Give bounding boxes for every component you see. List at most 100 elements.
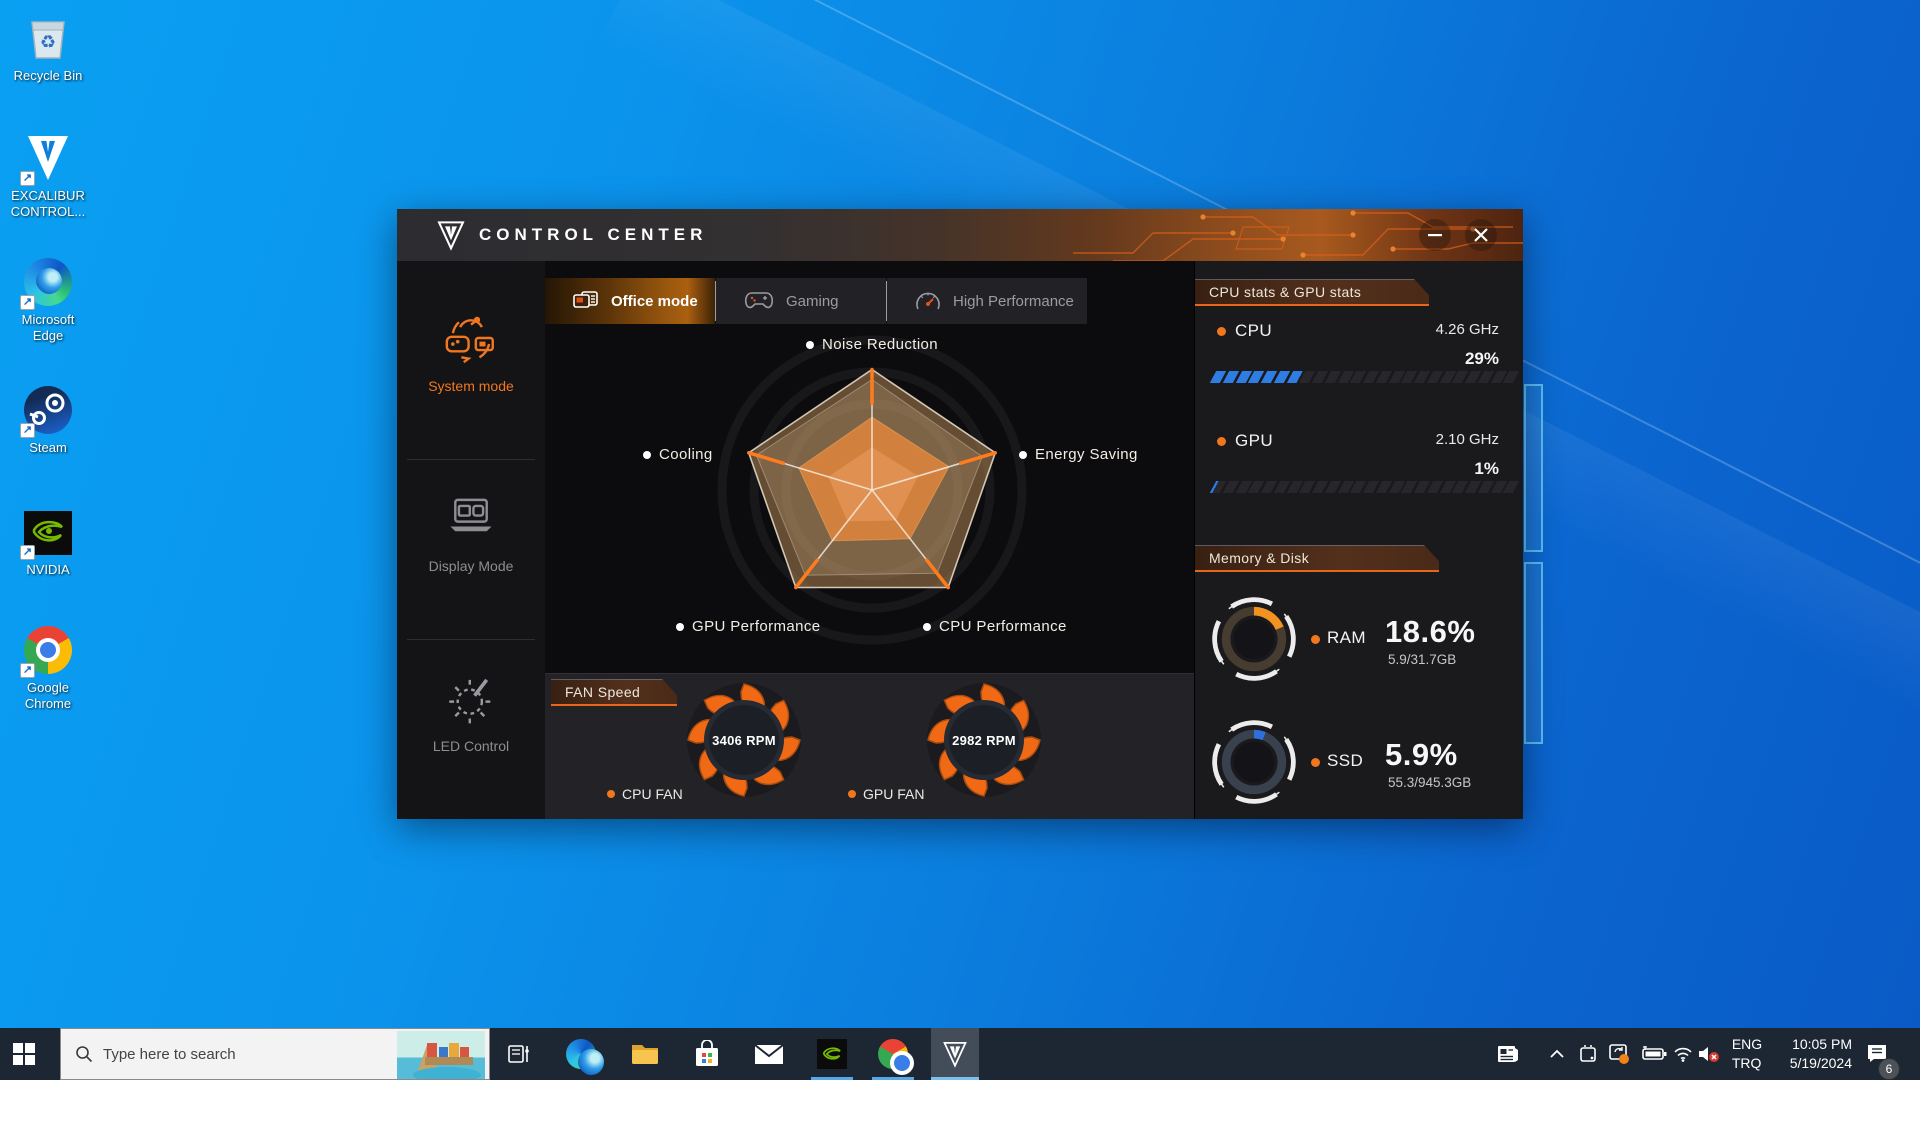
- start-button[interactable]: [0, 1028, 48, 1080]
- news-icon: [1497, 1044, 1519, 1064]
- axis-bullet: [643, 451, 651, 459]
- fan-bullet: [848, 790, 856, 798]
- desktop-icon-excalibur[interactable]: ↗ EXCALIBUR CONTROL...: [0, 132, 96, 220]
- shortcut-arrow-badge: ↗: [20, 295, 35, 310]
- ram-usage-detail: 5.9/31.7GB: [1388, 652, 1456, 667]
- tray-sync-update[interactable]: [1604, 1028, 1634, 1080]
- search-icon: [75, 1045, 93, 1063]
- task-view-button[interactable]: [495, 1028, 543, 1080]
- language-primary: ENG: [1732, 1035, 1762, 1054]
- memory-disk-header: Memory & Disk: [1195, 545, 1439, 572]
- control-center-logo-icon: [435, 219, 467, 251]
- ssd-usage-detail: 55.3/945.3GB: [1388, 775, 1471, 790]
- desktop-icon-label: Edge: [0, 328, 96, 344]
- taskbar-edge[interactable]: [557, 1028, 605, 1080]
- ssd-gauge: [1206, 714, 1302, 810]
- gpu-usage-bar: [1213, 481, 1516, 493]
- control-center-logo-icon: [941, 1040, 969, 1068]
- cpu-bullet: [1217, 327, 1226, 336]
- tray-your-phone[interactable]: [1574, 1028, 1602, 1080]
- gpu-usage-percent: 1%: [1474, 459, 1499, 479]
- tray-news-widget[interactable]: [1490, 1028, 1526, 1080]
- title-bar[interactable]: CONTROL CENTER: [397, 209, 1523, 261]
- tray-show-hidden-icons[interactable]: [1544, 1028, 1570, 1080]
- battery-charging-icon: [1641, 1046, 1667, 1062]
- cpu-fan-rpm: 3406 RPM: [684, 680, 804, 800]
- desktop-icon-edge[interactable]: ↗ Microsoft Edge: [0, 256, 96, 344]
- search-daily-image[interactable]: [397, 1031, 485, 1079]
- tray-language[interactable]: ENG TRQ: [1726, 1028, 1768, 1080]
- desktop-icon-label: EXCALIBUR: [0, 188, 96, 204]
- desktop-icon-label: NVIDIA: [0, 562, 96, 578]
- cpu-gpu-stats-header: CPU stats & GPU stats: [1195, 279, 1429, 306]
- taskbar-search[interactable]: [60, 1028, 490, 1080]
- sidebar-item-display-mode[interactable]: Display Mode: [397, 489, 545, 574]
- ssd-label: SSD: [1327, 751, 1363, 771]
- clock-time: 10:05 PM: [1772, 1035, 1852, 1054]
- ssd-bullet: [1311, 758, 1320, 767]
- sync-icon: [1608, 1043, 1630, 1065]
- notification-count-badge[interactable]: 6: [1878, 1058, 1900, 1080]
- ram-label: RAM: [1327, 628, 1366, 648]
- tray-battery[interactable]: [1638, 1028, 1670, 1080]
- cpu-label: CPU: [1235, 321, 1272, 341]
- tab-office-mode[interactable]: Office mode: [545, 278, 715, 324]
- chevron-up-icon: [1550, 1049, 1564, 1059]
- sidebar-item-led-control[interactable]: LED Control: [397, 669, 545, 754]
- task-view-icon: [507, 1042, 531, 1066]
- taskbar: ENG TRQ 10:05 PM 5/19/2024: [0, 1028, 1920, 1080]
- minimize-button[interactable]: [1419, 219, 1451, 251]
- tray-clock[interactable]: 10:05 PM 5/19/2024: [1772, 1028, 1852, 1080]
- taskbar-mail[interactable]: [745, 1028, 793, 1080]
- desktop-icon-label: Steam: [0, 440, 96, 456]
- desktop-icon-steam[interactable]: ↗ Steam: [0, 384, 96, 456]
- tab-high-performance[interactable]: High Performance: [887, 278, 1087, 324]
- desktop-icon-label: Chrome: [0, 696, 96, 712]
- shortcut-arrow-badge: ↗: [20, 545, 35, 560]
- sidebar: System mode Display Mode: [397, 261, 545, 819]
- sidebar-item-system-mode[interactable]: System mode: [397, 309, 545, 394]
- radar-axis-gpu-performance: GPU Performance: [676, 618, 821, 635]
- gpu-fan-rpm: 2982 RPM: [924, 680, 1044, 800]
- desktop-icon-nvidia[interactable]: ↗ NVIDIA: [0, 506, 96, 578]
- sidebar-item-label: Display Mode: [397, 558, 545, 574]
- tab-gaming[interactable]: Gaming: [716, 278, 886, 324]
- ram-gauge: [1206, 591, 1302, 687]
- search-input[interactable]: [103, 1046, 383, 1063]
- circuit-pattern-decoration: [1053, 209, 1523, 261]
- language-secondary: TRQ: [1732, 1054, 1762, 1073]
- sidebar-divider: [407, 639, 535, 640]
- radar-axis-noise-reduction: Noise Reduction: [806, 336, 938, 353]
- desktop-icon-chrome[interactable]: ↗ Google Chrome: [0, 624, 96, 712]
- tab-label: Gaming: [786, 293, 839, 310]
- radar-axis-energy-saving: Energy Saving: [1019, 446, 1138, 463]
- tray-volume-muted[interactable]: [1694, 1028, 1724, 1080]
- taskbar-file-explorer[interactable]: [621, 1028, 669, 1080]
- device-icon: [1578, 1044, 1598, 1064]
- window-title: CONTROL CENTER: [479, 225, 707, 245]
- tray-wifi[interactable]: [1670, 1028, 1696, 1080]
- desktop: ♻ Recycle Bin ↗ EXCALIBUR CONTROL... ↗ M…: [0, 0, 1920, 1080]
- desktop-icon-label: Google: [0, 680, 96, 696]
- gpu-fan-label: GPU FAN: [848, 786, 924, 802]
- cpu-usage-percent: 29%: [1465, 349, 1499, 369]
- excalibur-logo-icon: ↗: [22, 132, 74, 184]
- svg-text:♻: ♻: [40, 32, 56, 52]
- cpu-fan-graphic: 3406 RPM: [684, 680, 804, 800]
- mail-icon: [754, 1042, 784, 1066]
- gpu-fan-graphic: 2982 RPM: [924, 680, 1044, 800]
- display-mode-icon: [442, 489, 500, 547]
- taskbar-control-center[interactable]: [931, 1028, 979, 1080]
- taskbar-nvidia[interactable]: [808, 1028, 856, 1080]
- tab-label: Office mode: [611, 293, 698, 310]
- axis-bullet: [1019, 451, 1027, 459]
- taskbar-chrome[interactable]: [869, 1028, 917, 1080]
- close-button[interactable]: [1465, 219, 1497, 251]
- radar-axis-cpu-performance: CPU Performance: [923, 618, 1067, 635]
- cpu-frequency: 4.26 GHz: [1436, 321, 1499, 338]
- taskbar-ms-store[interactable]: [683, 1028, 731, 1080]
- desktop-icon-recycle-bin[interactable]: ♻ Recycle Bin: [0, 12, 96, 84]
- desktop-icon-label: Microsoft: [0, 312, 96, 328]
- gpu-label: GPU: [1235, 431, 1273, 451]
- office-mode-icon: [573, 291, 599, 311]
